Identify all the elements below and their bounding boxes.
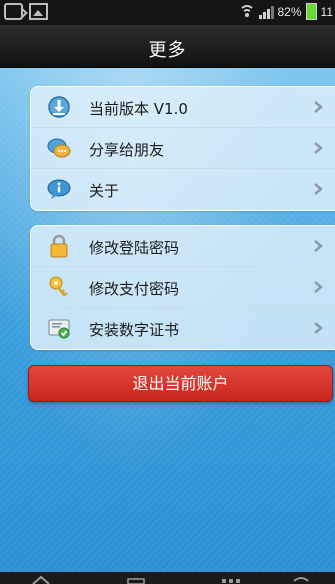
chevron-right-icon	[314, 240, 323, 252]
title-bar: 更多	[0, 25, 335, 68]
download-version-icon	[48, 96, 70, 118]
wifi-icon	[238, 4, 255, 19]
info-bubble-icon	[47, 179, 71, 199]
battery-percent: 82%	[277, 4, 302, 19]
menu-item-about[interactable]: 关于	[31, 169, 335, 210]
menu-item-label: 修改支付密码	[89, 280, 180, 298]
lock-icon	[50, 234, 68, 258]
logout-button[interactable]: 退出当前账户	[28, 365, 333, 402]
home-icon[interactable]	[30, 575, 52, 584]
menu-item-change-login-password[interactable]: 修改登陆密码	[31, 226, 335, 267]
image-notification-icon	[29, 3, 48, 20]
signal-icon	[258, 5, 274, 19]
chevron-right-icon	[314, 142, 323, 154]
status-bar: 82% 11	[0, 0, 335, 25]
battery-icon	[305, 3, 317, 20]
chevron-right-icon	[314, 281, 323, 293]
certificate-icon	[48, 319, 70, 339]
clock: 11	[320, 4, 333, 19]
menu-item-install-certificate[interactable]: 安装数字证书	[31, 308, 335, 349]
menu-item-label: 分享给朋友	[89, 141, 165, 159]
menu-item-change-payment-password[interactable]: 修改支付密码	[31, 267, 335, 308]
apps-icon[interactable]	[220, 575, 242, 584]
menu-item-share[interactable]: 分享给朋友	[31, 128, 335, 169]
menu-item-version[interactable]: 当前版本 V1.0	[31, 87, 335, 128]
menu-item-label: 关于	[89, 182, 120, 200]
menu-item-label: 修改登陆密码	[89, 239, 180, 257]
settings-group-general: 当前版本 V1.0 分享给朋友 关于	[30, 86, 335, 211]
menu-icon[interactable]	[125, 575, 147, 584]
settings-group-security: 修改登陆密码 修改支付密码 安装数字证书	[30, 225, 335, 350]
chevron-right-icon	[314, 101, 323, 113]
chevron-right-icon	[314, 322, 323, 334]
page-title: 更多	[148, 40, 187, 61]
chevron-right-icon	[314, 183, 323, 195]
system-nav-bar	[0, 572, 335, 584]
key-icon	[49, 276, 68, 297]
content-area: 当前版本 V1.0 分享给朋友 关于 修改登陆密码 修改支付密码 安装数字证书 …	[0, 68, 335, 572]
share-friends-icon	[47, 138, 71, 158]
back-icon[interactable]	[290, 575, 312, 584]
menu-item-label: 安装数字证书	[89, 321, 180, 339]
menu-item-label: 当前版本 V1.0	[89, 100, 188, 118]
app-notification-icon	[4, 3, 23, 20]
